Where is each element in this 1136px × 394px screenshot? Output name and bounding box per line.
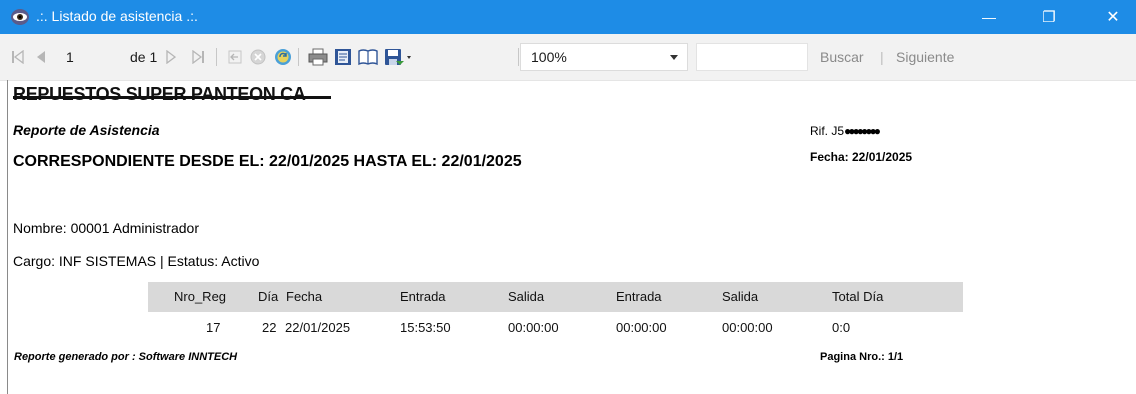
title-bar: .:. Listado de asistencia .:. — ❐ ✕: [0, 0, 1136, 34]
column-header: Día: [258, 289, 279, 304]
company-name: REPUESTOS SUPER PANTEON CA: [13, 84, 306, 104]
print-layout-button[interactable]: [334, 34, 352, 80]
page-setup-icon: [358, 49, 378, 66]
page-count-label: de 1: [130, 49, 158, 65]
export-icon: [385, 49, 411, 65]
print-icon: [308, 48, 328, 66]
report-date: Fecha: 22/01/2025: [810, 150, 913, 164]
row-fecha: 22/01/2025: [285, 320, 351, 335]
prev-page-icon: [37, 51, 45, 63]
first-page-button[interactable]: [12, 34, 24, 80]
row-dia: 22: [262, 320, 277, 335]
rif-field: Rif. J5●●●●●●●●: [810, 124, 881, 138]
export-button[interactable]: [384, 34, 412, 80]
report-title: Reporte de Asistencia: [13, 122, 160, 138]
employee-position: Cargo: INF SISTEMAS | Estatus: Activo: [13, 253, 260, 269]
row-salida-1: 00:00:00: [508, 320, 559, 335]
next-page-icon: [166, 50, 176, 64]
column-header: Total Día: [832, 289, 884, 304]
toolbar-separator: [518, 48, 519, 66]
stop-button[interactable]: [250, 34, 266, 80]
window-title: .:. Listado de asistencia .:.: [36, 8, 198, 24]
search-button[interactable]: Buscar: [820, 34, 864, 80]
stop-icon: [250, 49, 266, 65]
report-page: REPUESTOS SUPER PANTEON CA Reporte de As…: [0, 80, 1136, 394]
restore-button[interactable]: ❐: [1026, 0, 1072, 34]
search-input[interactable]: [696, 43, 808, 71]
row-entrada-2: 00:00:00: [616, 320, 667, 335]
date-range: CORRESPONDIENTE DESDE EL: 22/01/2025 HAS…: [13, 153, 522, 170]
row-total-dia: 0:0: [832, 320, 851, 335]
next-page-button[interactable]: [166, 34, 176, 80]
column-header: Nro_Reg: [174, 289, 227, 304]
eye-icon: [11, 9, 29, 25]
close-button[interactable]: ✕: [1090, 0, 1136, 34]
back-icon: [228, 50, 242, 64]
minimize-icon: —: [982, 9, 996, 25]
restore-icon: ❐: [1042, 9, 1056, 26]
page-setup-button[interactable]: [358, 34, 378, 80]
search-separator: |: [880, 49, 884, 65]
rif-label: Rif. J5: [810, 124, 845, 138]
minimize-button[interactable]: —: [966, 0, 1012, 34]
column-header: Fecha: [286, 289, 323, 304]
refresh-icon: [275, 49, 291, 65]
column-header: Entrada: [400, 289, 446, 304]
page-edge: [7, 80, 8, 394]
toolbar-separator: [216, 48, 217, 66]
last-page-button[interactable]: [192, 34, 204, 80]
close-icon: ✕: [1106, 9, 1120, 26]
toolbar-separator: [298, 48, 299, 66]
rif-redacted: ●●●●●●●●: [844, 124, 881, 138]
report-footer-generator: Reporte generado por : Software INNTECH: [14, 351, 238, 363]
page-number-input[interactable]: 1: [66, 34, 74, 80]
refresh-button[interactable]: [274, 34, 292, 80]
zoom-value: 100%: [531, 49, 567, 65]
last-page-icon: [192, 50, 204, 64]
zoom-select[interactable]: 100%: [520, 43, 688, 71]
next-result-button[interactable]: Siguiente: [896, 34, 954, 80]
column-header: Entrada: [616, 289, 662, 304]
chevron-down-icon: [670, 55, 678, 60]
row-salida-2: 00:00:00: [722, 320, 773, 335]
print-button[interactable]: [308, 34, 328, 80]
print-layout-icon: [335, 49, 351, 65]
row-nro-reg: 17: [206, 320, 221, 335]
employee-name: Nombre: 00001 Administrador: [13, 220, 199, 236]
prev-page-button[interactable]: [36, 34, 46, 80]
first-page-icon: [12, 50, 24, 64]
row-entrada-1: 15:53:50: [400, 320, 451, 335]
column-header: Salida: [722, 289, 759, 304]
back-button[interactable]: [228, 34, 242, 80]
report-toolbar: 1 de 1 100% Buscar | Siguiente: [0, 34, 1136, 81]
column-header: Salida: [508, 289, 545, 304]
company-redaction: [13, 96, 331, 99]
page-number-footer: Pagina Nro.: 1/1: [820, 351, 904, 363]
